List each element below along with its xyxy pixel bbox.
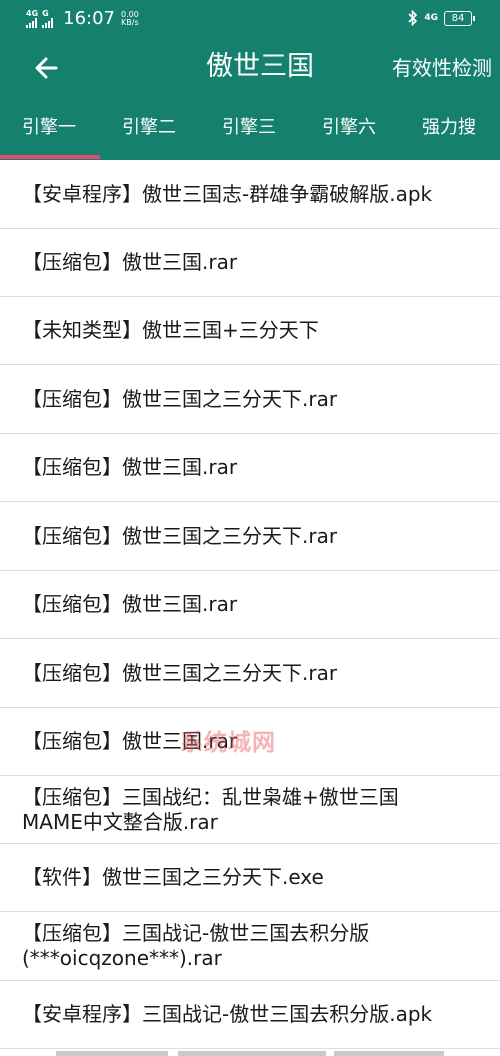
list-item-label: 【压缩包】三国战记-傲世三国去积分版 (***oicqzone***).rar — [22, 921, 370, 970]
list-item-label: 【安卓程序】三国战记-傲世三国去积分版.apk — [22, 1002, 433, 1026]
network-type-label: G — [42, 9, 49, 18]
list-item[interactable]: 【安卓程序】三国战记-傲世三国去积分版.apk — [0, 981, 500, 1049]
speed-unit: KB/s — [121, 18, 139, 27]
list-item[interactable]: 【未知类型】傲世三国+三分天下 — [0, 297, 500, 365]
bottom-button-hint — [178, 1051, 326, 1056]
battery-icon: 84 — [444, 10, 475, 26]
list-item[interactable]: 【软件】傲世三国之三分天下.exe — [0, 844, 500, 912]
tab-selected-indicator — [0, 155, 100, 159]
list-item-label: 【压缩包】傲世三国.rar — [22, 455, 238, 479]
list-item[interactable]: 【压缩包】傲世三国.rar — [0, 229, 500, 297]
tab-engine-2[interactable]: 引擎二 — [122, 116, 176, 140]
network-type-label: 4G — [26, 9, 39, 18]
list-item-label: 【安卓程序】傲世三国志-群雄争霸破解版.apk — [22, 182, 433, 206]
list-item-label: 【软件】傲世三国之三分天下.exe — [22, 865, 324, 889]
signal-bars-icon — [26, 18, 37, 28]
list-item[interactable]: 【压缩包】三国战纪：乱世枭雄+傲世三国 MAME中文整合版.rar — [0, 776, 500, 844]
list-item-label: 【压缩包】傲世三国之三分天下.rar — [22, 386, 338, 411]
signal-2-indicator: G — [42, 9, 54, 28]
list-item[interactable]: 【安卓程序】傲世三国志-群雄争霸破解版.apk — [0, 161, 500, 229]
list-item[interactable]: 【压缩包】傲世三国之三分天下.rar — [0, 365, 500, 434]
list-item[interactable]: 【压缩包】傲世三国之三分天下.rar — [0, 502, 500, 571]
list-item-label: 【未知类型】傲世三国+三分天下 — [22, 318, 319, 342]
clock: 16:07 — [63, 8, 116, 29]
status-right: 4G 84 — [408, 10, 475, 26]
tab-engine-6[interactable]: 引擎六 — [322, 116, 376, 140]
list-item-label: 【压缩包】傲世三国之三分天下.rar — [22, 660, 338, 685]
bottom-button-hint — [56, 1051, 168, 1056]
list-item-label: 【压缩包】傲世三国.rar — [22, 250, 238, 274]
status-bar: 4G G 16:07 0.00 KB/s 4G 84 — [0, 0, 500, 38]
engine-tabs: 引擎一 引擎二 引擎三 引擎六 强力搜 — [0, 98, 500, 160]
network-type-right: 4G — [424, 13, 438, 23]
network-speed: 0.00 KB/s — [121, 11, 139, 27]
tab-power-search[interactable]: 强力搜 — [422, 116, 476, 140]
list-item[interactable]: 【压缩包】傲世三国.rar — [0, 571, 500, 639]
list-item[interactable]: 【压缩包】傲世三国.rar — [0, 434, 500, 502]
battery-level: 84 — [451, 12, 465, 24]
list-item[interactable]: 【压缩包】傲世三国之三分天下.rar — [0, 639, 500, 708]
bluetooth-icon — [408, 10, 418, 26]
status-left: 4G G 16:07 0.00 KB/s — [26, 8, 139, 30]
result-list: 【安卓程序】傲世三国志-群雄争霸破解版.apk 【压缩包】傲世三国.rar 【未… — [0, 161, 500, 1049]
bottom-button-hint — [334, 1051, 444, 1056]
validity-check-button[interactable]: 有效性检测 — [392, 54, 492, 82]
signal-bars-icon — [42, 18, 54, 28]
list-item-label: 【压缩包】傲世三国.rar — [22, 592, 238, 616]
app-bar: 傲世三国 有效性检测 — [0, 38, 500, 98]
tab-engine-3[interactable]: 引擎三 — [222, 116, 276, 140]
list-item-label: 【压缩包】傲世三国之三分天下.rar — [22, 523, 338, 548]
tab-engine-1[interactable]: 引擎一 — [22, 116, 76, 140]
list-item-label: 【压缩包】三国战纪：乱世枭雄+傲世三国 MAME中文整合版.rar — [22, 784, 399, 834]
list-item[interactable]: 【压缩包】三国战记-傲世三国去积分版 (***oicqzone***).rar — [0, 912, 500, 981]
signal-1-indicator: 4G — [26, 10, 38, 28]
watermark: 系统城网 — [180, 730, 276, 756]
